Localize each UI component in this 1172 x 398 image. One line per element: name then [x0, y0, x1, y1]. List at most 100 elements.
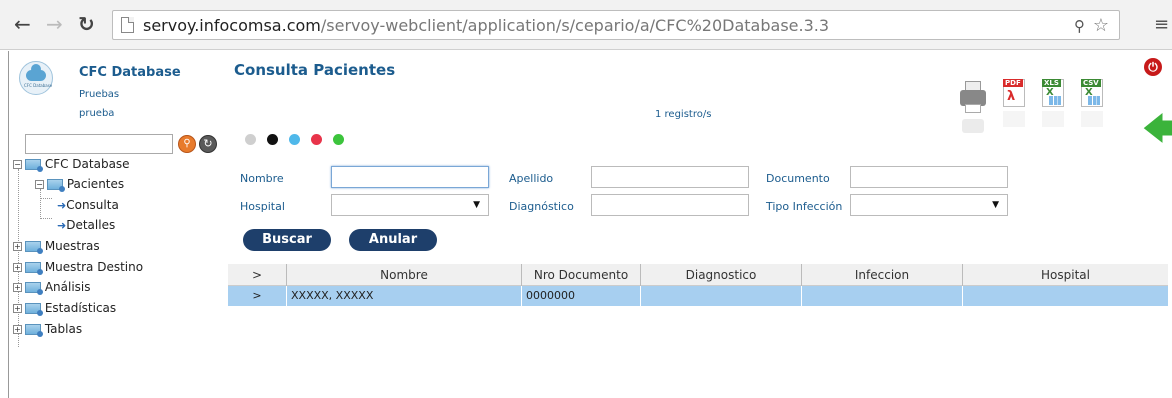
url-path: /servoy-webclient/application/s/cepario/…: [320, 16, 830, 35]
back-green-arrow-icon[interactable]: 🡄: [1143, 115, 1172, 145]
csv-export-icon[interactable]: CSV X: [1081, 79, 1103, 107]
folder-icon: [25, 159, 43, 172]
tree-label: Muestras: [44, 239, 100, 253]
collapse-icon[interactable]: −: [13, 160, 22, 169]
app-subtitle-2: prueba: [79, 108, 115, 119]
apellido-input[interactable]: [591, 166, 749, 188]
nombre-input[interactable]: [331, 166, 489, 188]
cell-infeccion: [801, 286, 962, 306]
collapse-icon[interactable]: −: [35, 180, 44, 189]
folder-icon: [25, 324, 43, 337]
tree-item-cfc-database[interactable]: − CFC Database: [13, 157, 130, 175]
tree-item-estadisticas[interactable]: + Estadísticas: [13, 301, 116, 319]
tree-item-analisis[interactable]: + Análisis: [13, 280, 91, 298]
search-icon[interactable]: ⚲: [178, 135, 196, 153]
tree-item-pacientes[interactable]: − Pacientes: [35, 177, 124, 195]
xls-export-icon[interactable]: XLS X: [1042, 79, 1064, 107]
dropdown-caret-icon: ▼: [473, 200, 480, 210]
printer-icon[interactable]: [960, 81, 986, 135]
cell-documento: 0000000: [521, 286, 640, 306]
folder-icon: [25, 262, 43, 275]
documento-input[interactable]: [850, 166, 1008, 188]
arrow-right-icon: ➜: [57, 199, 67, 212]
label-diagnostico: Diagnóstico: [509, 200, 574, 213]
forward-arrow-icon[interactable]: →: [46, 14, 63, 34]
table-row[interactable]: > XXXXX, XXXXX 0000000: [228, 286, 1168, 306]
col-header-hospital[interactable]: Hospital: [962, 264, 1168, 286]
label-nombre: Nombre: [240, 172, 284, 185]
dropdown-caret-icon: ▼: [992, 200, 999, 210]
app-window: CFC Database CFC Database Pruebas prueba…: [8, 51, 1172, 398]
app-logo: CFC Database: [19, 61, 53, 95]
tree-label: Estadísticas: [44, 301, 117, 315]
label-hospital: Hospital: [240, 200, 285, 213]
tree-label: Pacientes: [66, 177, 125, 191]
label-documento: Documento: [766, 172, 830, 185]
tree-item-muestras[interactable]: + Muestras: [13, 239, 100, 257]
label-apellido: Apellido: [509, 172, 554, 185]
refresh-icon[interactable]: ↻: [199, 135, 217, 153]
expand-icon[interactable]: +: [13, 325, 22, 334]
power-icon[interactable]: ⏻: [1144, 58, 1162, 76]
anular-button[interactable]: Anular: [349, 229, 437, 251]
diagnostico-input[interactable]: [591, 194, 749, 216]
tree-label: Tablas: [44, 322, 83, 336]
col-header-infeccion[interactable]: Infeccion: [801, 264, 962, 286]
arrow-right-icon: ➜: [57, 219, 67, 232]
pdf-label: PDF: [1003, 79, 1023, 87]
dot-black[interactable]: [267, 134, 278, 145]
xls-label: XLS: [1042, 79, 1061, 87]
tree-item-muestra-destino[interactable]: + Muestra Destino: [13, 260, 143, 278]
dot-gray[interactable]: [245, 134, 256, 145]
tree-label: Detalles: [66, 218, 116, 232]
tree-item-consulta[interactable]: ➜Consulta: [57, 198, 119, 216]
expand-icon[interactable]: +: [13, 304, 22, 313]
tipo-infeccion-select[interactable]: ▼: [850, 194, 1008, 216]
dot-blue[interactable]: [289, 134, 300, 145]
folder-icon: [25, 241, 43, 254]
folder-icon: [25, 303, 43, 316]
dot-green[interactable]: [333, 134, 344, 145]
app-subtitle-1: Pruebas: [79, 89, 120, 100]
app-title: CFC Database: [79, 65, 181, 80]
menu-icon[interactable]: ≡: [1154, 14, 1169, 35]
browser-toolbar: ← → ↻ servoy.infocomsa.com/servoy-webcli…: [0, 0, 1172, 50]
page-title: Consulta Pacientes: [234, 61, 396, 79]
reload-icon[interactable]: ↻: [78, 14, 95, 34]
table-header: > Nombre Nro Documento Diagnostico Infec…: [228, 264, 1168, 286]
expand-icon[interactable]: +: [13, 263, 22, 272]
row-select-cell[interactable]: >: [228, 286, 286, 306]
logo-text: CFC Database: [24, 83, 53, 88]
url-text[interactable]: servoy.infocomsa.com/servoy-webclient/ap…: [143, 16, 829, 35]
buscar-button[interactable]: Buscar: [243, 229, 331, 251]
csv-label: CSV: [1081, 79, 1101, 87]
back-arrow-icon[interactable]: ←: [14, 14, 31, 34]
label-tipo-infeccion: Tipo Infección: [766, 200, 843, 213]
bookmark-star-icon[interactable]: ☆: [1093, 15, 1109, 36]
pdf-export-icon[interactable]: PDF λ: [1003, 79, 1025, 107]
address-bar[interactable]: servoy.infocomsa.com/servoy-webclient/ap…: [112, 10, 1120, 40]
expand-icon[interactable]: +: [13, 283, 22, 292]
dot-red[interactable]: [311, 134, 322, 145]
hospital-select[interactable]: ▼: [331, 194, 489, 216]
tree-item-tablas[interactable]: + Tablas: [13, 322, 82, 340]
tree-label: Análisis: [44, 280, 91, 294]
record-count: 1 registro/s: [655, 109, 712, 120]
url-host: servoy.infocomsa.com: [143, 16, 321, 35]
folder-icon: [25, 282, 43, 295]
cloud-icon: [26, 64, 46, 81]
page-icon: [121, 17, 134, 33]
cell-hospital: [962, 286, 1168, 306]
folder-icon: [47, 179, 65, 192]
col-header-nombre[interactable]: Nombre: [286, 264, 521, 286]
key-icon[interactable]: ⚲: [1074, 17, 1085, 35]
col-header-select[interactable]: >: [228, 264, 286, 286]
tree-label: Consulta: [66, 198, 119, 212]
col-header-diagnostico[interactable]: Diagnostico: [640, 264, 801, 286]
tree-item-detalles[interactable]: ➜Detalles: [57, 218, 115, 236]
tree-label: CFC Database: [44, 157, 130, 171]
cell-nombre: XXXXX, XXXXX: [286, 286, 521, 306]
col-header-documento[interactable]: Nro Documento: [521, 264, 640, 286]
expand-icon[interactable]: +: [13, 242, 22, 251]
sidebar-search-input[interactable]: [25, 134, 173, 154]
